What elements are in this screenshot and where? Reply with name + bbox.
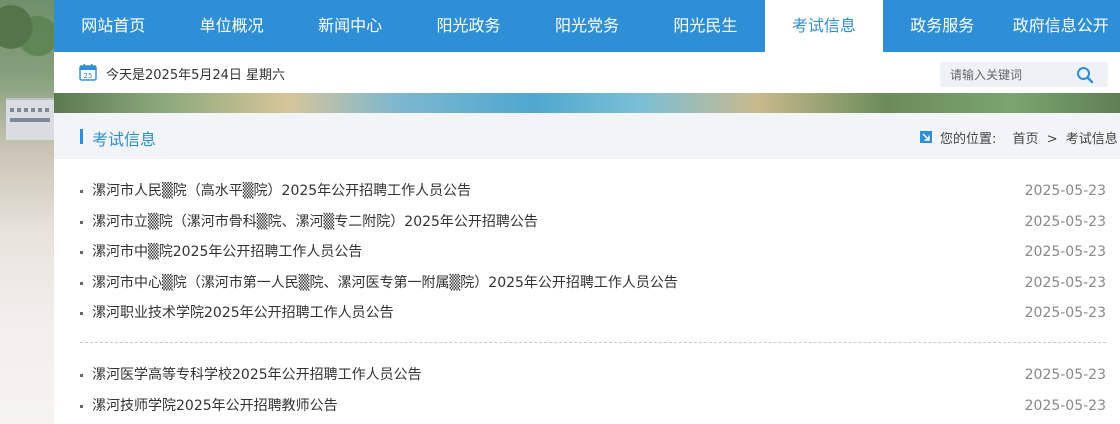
breadcrumb-separator: > [1046, 132, 1058, 147]
content-panel: 考试信息 您的位置: 首页 > 考试信息 漯河市人民▒院（高水平▒院）2025年… [54, 113, 1120, 424]
search-box [940, 62, 1108, 87]
article-date: 2025-05-23 [1024, 183, 1106, 199]
section-title-marker [80, 129, 83, 144]
nav-item-party-affairs[interactable]: 阳光党务 [528, 0, 646, 52]
list-item[interactable]: 漯河市立▒院（漯河市骨科▒院、漯河▒专二附院）2025年公开招聘公告 2025-… [80, 207, 1106, 238]
bullet [80, 281, 83, 285]
article-title[interactable]: 漯河市中▒院2025年公开招聘工作人员公告 [92, 237, 362, 268]
nav-item-info-disclosure[interactable]: 政府信息公开 [1002, 0, 1120, 52]
search-input[interactable] [950, 66, 1070, 83]
article-date: 2025-05-23 [1024, 244, 1106, 260]
location-arrow-icon [920, 131, 932, 143]
article-title[interactable]: 漯河市中心▒院（漯河市第一人民▒院、漯河医专第一附属▒院）2025年公开招聘工作… [92, 268, 678, 299]
list-divider [80, 342, 1106, 343]
bullet [80, 374, 83, 377]
article-date: 2025-05-23 [1024, 305, 1106, 321]
breadcrumb-current[interactable]: 考试信息 [1066, 132, 1118, 147]
background-building [6, 98, 54, 140]
article-title[interactable]: 漯河市立▒院（漯河市骨科▒院、漯河▒专二附院）2025年公开招聘公告 [92, 207, 538, 238]
banner-image-strip [54, 93, 1120, 113]
list-item[interactable]: 漯河市人民▒院（高水平▒院）2025年公开招聘工作人员公告 2025-05-23 [80, 176, 1106, 207]
calendar-day: 25 [84, 72, 93, 80]
section-header: 考试信息 您的位置: 首页 > 考试信息 [54, 113, 1120, 159]
nav-item-home[interactable]: 网站首页 [54, 0, 172, 52]
article-list-2: 漯河医学高等专科学校2025年公开招聘工作人员公告 2025-05-23 漯河技… [80, 360, 1106, 421]
nav-item-gov-services[interactable]: 政务服务 [883, 0, 1001, 52]
bullet [80, 312, 83, 315]
article-date: 2025-05-23 [1024, 367, 1106, 383]
bullet [80, 404, 83, 408]
main-nav: 网站首页 单位概况 新闻中心 阳光政务 阳光党务 阳光民生 考试信息 政务服务 … [54, 0, 1120, 52]
list-item[interactable]: 漯河医学高等专科学校2025年公开招聘工作人员公告 2025-05-23 [80, 360, 1106, 391]
location-label: 您的位置: [940, 132, 997, 147]
bullet [80, 190, 83, 193]
article-date: 2025-05-23 [1024, 274, 1106, 291]
list-item[interactable]: 漯河技师学院2025年公开招聘教师公告 2025-05-23 [80, 391, 1106, 422]
breadcrumb: 您的位置: 首页 > 考试信息 [940, 128, 1118, 147]
background-trees [0, 0, 54, 90]
background-scenery [0, 0, 54, 424]
list-item[interactable]: 漯河市中心▒院（漯河市第一人民▒院、漯河医专第一附属▒院）2025年公开招聘工作… [80, 268, 1106, 299]
bullet [80, 251, 83, 254]
article-date: 2025-05-23 [1024, 397, 1106, 414]
nav-item-exam-info[interactable]: 考试信息 [764, 0, 884, 52]
nav-item-about[interactable]: 单位概况 [172, 0, 290, 52]
section-title: 考试信息 [92, 130, 157, 149]
article-title[interactable]: 漯河市人民▒院（高水平▒院）2025年公开招聘工作人员公告 [92, 176, 471, 207]
current-date: 今天是2025年5月24日 星期六 [106, 68, 286, 83]
list-item[interactable]: 漯河职业技术学院2025年公开招聘工作人员公告 2025-05-23 [80, 298, 1106, 329]
nav-item-gov-affairs[interactable]: 阳光政务 [409, 0, 527, 52]
list-item[interactable]: 漯河市中▒院2025年公开招聘工作人员公告 2025-05-23 [80, 237, 1106, 268]
search-icon[interactable] [1075, 65, 1095, 85]
article-title[interactable]: 漯河医学高等专科学校2025年公开招聘工作人员公告 [92, 360, 422, 391]
nav-item-livelihood[interactable]: 阳光民生 [646, 0, 764, 52]
article-title[interactable]: 漯河职业技术学院2025年公开招聘工作人员公告 [92, 298, 394, 329]
bullet [80, 220, 83, 224]
article-date: 2025-05-23 [1024, 213, 1106, 230]
article-title[interactable]: 漯河技师学院2025年公开招聘教师公告 [92, 391, 338, 422]
calendar-icon: 25 [79, 64, 97, 81]
nav-item-news[interactable]: 新闻中心 [291, 0, 409, 52]
breadcrumb-home[interactable]: 首页 [1013, 132, 1039, 147]
info-bar: 25 今天是2025年5月24日 星期六 [54, 52, 1120, 93]
article-list: 漯河市人民▒院（高水平▒院）2025年公开招聘工作人员公告 2025-05-23… [80, 176, 1106, 329]
